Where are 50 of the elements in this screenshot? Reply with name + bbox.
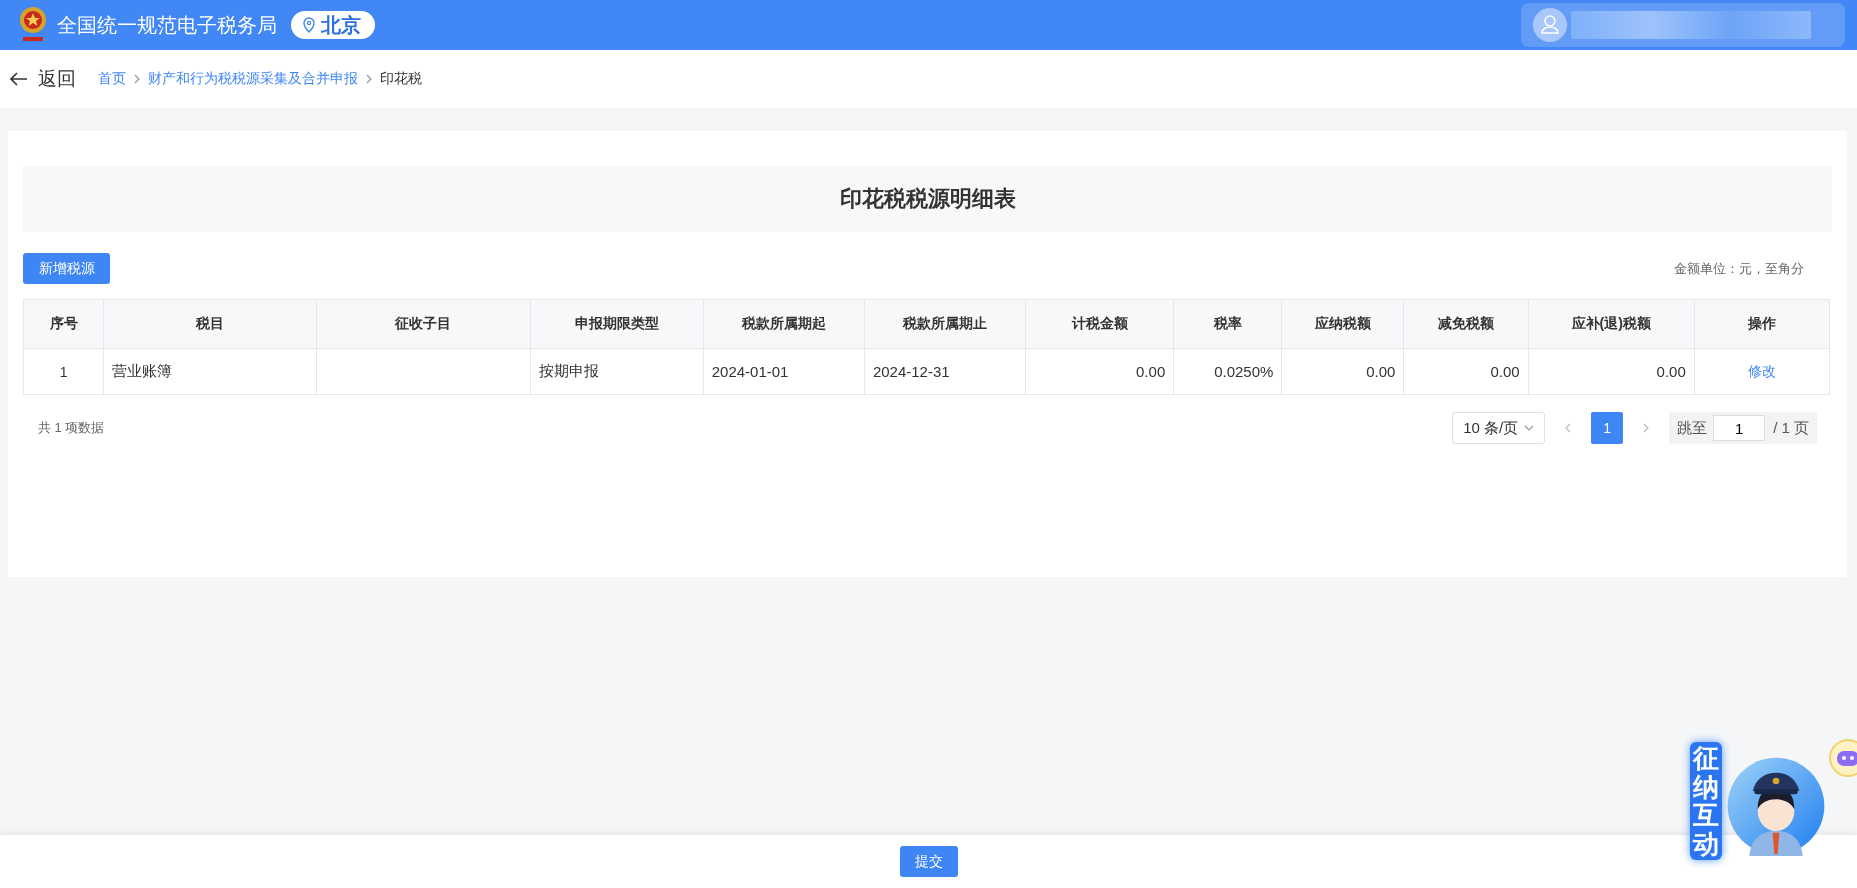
breadcrumb-link[interactable]: 首页 — [98, 70, 126, 88]
previous-page-icon[interactable] — [1565, 423, 1572, 433]
add-button[interactable]: 新增税源 — [23, 253, 110, 284]
column-header: 税率 — [1173, 299, 1282, 349]
column-header: 征收子目 — [316, 299, 531, 349]
location-pin-icon — [303, 17, 315, 33]
chevron-icon — [366, 74, 372, 84]
column-header: 序号 — [23, 299, 104, 349]
page-size-select[interactable]: 10 条/页 — [1452, 412, 1546, 444]
column-header: 操作 — [1694, 299, 1830, 349]
dropdown-caret-icon — [1524, 425, 1535, 431]
page-number[interactable]: 1 — [1591, 412, 1624, 444]
assistant-label: 征纳互动 — [1690, 742, 1722, 861]
jump-label: 跳至 — [1677, 418, 1708, 438]
next-page-icon[interactable] — [1643, 423, 1650, 433]
total-count: 共 1 项数据 — [38, 419, 105, 437]
page-total: / 1 页 — [1773, 418, 1809, 438]
back-arrow-icon — [10, 72, 28, 86]
column-header: 应纳税额 — [1281, 299, 1404, 349]
table-cell: 0.00 — [1403, 348, 1529, 395]
column-header: 计税金额 — [1025, 299, 1174, 349]
user-account[interactable] — [1521, 3, 1845, 47]
column-header: 减免税额 — [1403, 299, 1529, 349]
table-cell: 按期申报 — [530, 348, 704, 395]
table-cell: 营业账簿 — [103, 348, 317, 395]
table-cell: 0.00 — [1528, 348, 1695, 395]
page-input[interactable]: 1 — [1713, 415, 1766, 441]
table-cell: 2024-12-31 — [864, 348, 1026, 395]
location-selector[interactable]: 北京 — [291, 11, 375, 39]
breadcrumb-link[interactable]: 财产和行为税税源采集及合并申报 — [148, 70, 358, 88]
chevron-icon — [134, 74, 140, 84]
column-header: 税款所属期止 — [864, 299, 1026, 349]
back-button[interactable]: 返回 — [10, 66, 76, 92]
table-cell: 2024-01-01 — [703, 348, 865, 395]
column-header: 税目 — [103, 299, 317, 349]
table-cell: 0.00 — [1025, 348, 1174, 395]
unit-note: 金额单位：元，至角分 — [1674, 259, 1804, 278]
assistant-figure-icon[interactable] — [1726, 756, 1826, 856]
edit-link[interactable]: 修改 — [1747, 362, 1776, 379]
page-title: 印花税税源明细表 — [839, 185, 1016, 213]
table-cell: 1 — [23, 348, 104, 395]
chatbot-icon[interactable] — [1828, 738, 1857, 778]
column-header: 应补(退)税额 — [1528, 299, 1695, 349]
column-header: 申报期限类型 — [530, 299, 704, 349]
table-cell: 0.0250% — [1173, 348, 1282, 395]
submit-button[interactable]: 提交 — [899, 846, 958, 877]
user-avatar-icon — [1533, 8, 1567, 42]
column-header: 税款所属期起 — [703, 299, 865, 349]
site-title: 全国统一规范电子税务局 — [57, 12, 277, 38]
table-cell: 0.00 — [1281, 348, 1404, 395]
